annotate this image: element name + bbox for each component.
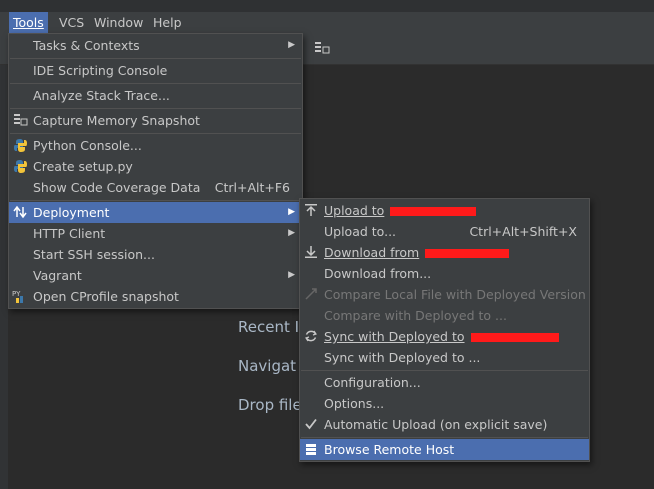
menu-separator: [10, 200, 301, 201]
menu-item-label: Analyze Stack Trace...: [33, 88, 170, 103]
python-file-icon: [12, 159, 28, 174]
welcome-navigation: Navigat: [238, 357, 297, 375]
download-icon: [303, 245, 319, 260]
menu-item-label: IDE Scripting Console: [33, 63, 168, 78]
menu-item-label: Python Console...: [33, 138, 142, 153]
menu-item-deployment[interactable]: Deployment ▶: [9, 202, 302, 223]
submenu-arrow-icon: ▶: [288, 40, 295, 50]
menu-item-label: Compare Local File with Deployed Version: [324, 287, 586, 302]
menu-item-upload-to-server[interactable]: Upload to: [300, 200, 589, 221]
menu-item-configuration[interactable]: Configuration...: [300, 372, 589, 393]
menu-item-label: Download from: [324, 245, 420, 260]
menu-separator: [301, 370, 588, 371]
menu-item-download-from-server[interactable]: Download from: [300, 242, 589, 263]
menu-separator: [301, 437, 588, 438]
menu-help-label: Help: [153, 15, 182, 30]
menu-window-label: Window: [94, 15, 144, 30]
menu-item-shortcut: Ctrl+Alt+Shift+X: [469, 224, 577, 239]
redacted-server-name: [390, 207, 477, 216]
menu-item-start-ssh-session[interactable]: Start SSH session...: [9, 244, 302, 265]
menu-item-label: Download from...: [324, 266, 432, 281]
redacted-server-name: [425, 249, 510, 258]
menu-item-upload-to-dialog[interactable]: Upload to... Ctrl+Alt+Shift+X: [300, 221, 589, 242]
submenu-arrow-icon: ▶: [288, 207, 295, 217]
menu-item-python-console[interactable]: Python Console...: [9, 135, 302, 156]
redacted-server-name: [470, 333, 559, 342]
menu-item-automatic-upload[interactable]: Automatic Upload (on explicit save): [300, 414, 589, 435]
menu-item-compare-local-file[interactable]: Compare Local File with Deployed Version: [300, 284, 589, 305]
menu-separator: [10, 108, 301, 109]
menu-item-label: Deployment: [33, 205, 110, 220]
checkmark-icon: [303, 417, 319, 432]
deployment-icon: [12, 205, 28, 220]
menu-item-label: HTTP Client: [33, 226, 106, 241]
svg-text:PY: PY: [12, 290, 21, 298]
menu-item-label: Upload to: [324, 203, 385, 218]
sync-icon: [303, 329, 319, 344]
welcome-recent-files: Recent I: [238, 318, 300, 336]
menu-item-label: Browse Remote Host: [324, 442, 455, 457]
menu-item-http-client[interactable]: HTTP Client ▶: [9, 223, 302, 244]
menu-item-label: Compare with Deployed to ...: [324, 308, 507, 323]
cprofile-icon: PY: [12, 289, 28, 304]
menu-item-capture-memory-snapshot[interactable]: Capture Memory Snapshot: [9, 110, 302, 131]
submenu-arrow-icon: ▶: [288, 228, 295, 238]
menu-help[interactable]: Help: [149, 12, 186, 34]
menu-item-shortcut: Ctrl+Alt+F6: [214, 180, 290, 195]
menu-item-label: Automatic Upload (on explicit save): [324, 417, 548, 432]
menu-vcs[interactable]: VCS: [55, 12, 88, 34]
welcome-drop-files: Drop file: [238, 396, 302, 414]
menu-item-label: Sync with Deployed to ...: [324, 350, 481, 365]
menu-item-compare-with-deployed[interactable]: Compare with Deployed to ...: [300, 305, 589, 326]
menu-item-browse-remote-host[interactable]: Browse Remote Host: [300, 439, 589, 460]
menu-item-label: Sync with Deployed to: [324, 329, 465, 344]
menu-window[interactable]: Window: [90, 12, 147, 34]
memory-snapshot-icon: [12, 113, 28, 128]
upload-icon: [303, 203, 319, 218]
submenu-arrow-icon: ▶: [288, 270, 295, 280]
window-top-strip: [0, 0, 654, 12]
left-gutter: [0, 65, 8, 489]
deployment-submenu: Upload to Upload to... Ctrl+Alt+Shift+X …: [299, 198, 590, 462]
menu-bar-edge: [0, 12, 4, 34]
menu-item-label: Options...: [324, 396, 385, 411]
menu-item-options[interactable]: Options...: [300, 393, 589, 414]
menu-item-label: Open CProfile snapshot: [33, 289, 179, 304]
menu-item-sync-with-dialog[interactable]: Sync with Deployed to ...: [300, 347, 589, 368]
menu-item-label: Upload to...: [324, 224, 397, 239]
menu-item-create-setup-py[interactable]: Create setup.py: [9, 156, 302, 177]
menu-item-label: Vagrant: [33, 268, 82, 283]
menu-tools-label: Tools: [13, 15, 44, 30]
menu-vcs-label: VCS: [59, 15, 85, 30]
menu-item-label: Create setup.py: [33, 159, 133, 174]
menu-bar: Tools VCS Window Help: [0, 12, 654, 34]
structure-icon[interactable]: [314, 41, 332, 57]
menu-item-tasks-contexts[interactable]: Tasks & Contexts ▶: [9, 35, 302, 56]
menu-item-show-code-coverage[interactable]: Show Code Coverage Data Ctrl+Alt+F6: [9, 177, 302, 198]
menu-item-open-cprofile-snapshot[interactable]: PY Open CProfile snapshot: [9, 286, 302, 307]
remote-host-icon: [303, 442, 319, 457]
menu-item-download-from-dialog[interactable]: Download from...: [300, 263, 589, 284]
menu-item-ide-scripting-console[interactable]: IDE Scripting Console: [9, 60, 302, 81]
menu-item-analyze-stack-trace[interactable]: Analyze Stack Trace...: [9, 85, 302, 106]
menu-item-sync-with-server[interactable]: Sync with Deployed to: [300, 326, 589, 347]
menu-tools[interactable]: Tools: [9, 12, 48, 34]
menu-separator: [10, 83, 301, 84]
compare-icon: [303, 287, 319, 302]
menu-separator: [10, 58, 301, 59]
menu-item-vagrant[interactable]: Vagrant ▶: [9, 265, 302, 286]
menu-item-label: Tasks & Contexts: [33, 38, 140, 53]
menu-item-label: Show Code Coverage Data: [33, 180, 201, 195]
menu-item-label: Configuration...: [324, 375, 421, 390]
menu-item-label: Start SSH session...: [33, 247, 155, 262]
menu-separator: [10, 133, 301, 134]
tools-menu: Tasks & Contexts ▶ IDE Scripting Console…: [8, 33, 303, 309]
menu-item-label: Capture Memory Snapshot: [33, 113, 200, 128]
python-icon: [12, 138, 28, 153]
